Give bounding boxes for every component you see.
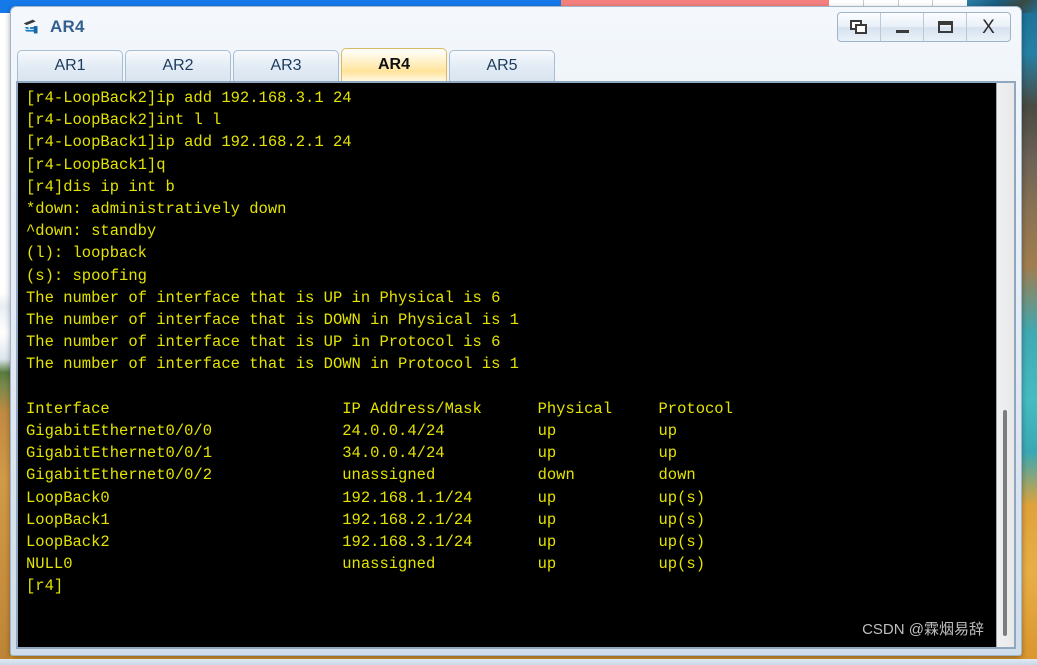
terminal-frame: [r4-LoopBack2]ip add 192.168.3.1 24 [r4-… [16, 81, 1016, 649]
tab-ar2[interactable]: AR2 [125, 50, 231, 81]
tab-ar1[interactable]: AR1 [17, 50, 123, 81]
csdn-watermark: CSDN @霖烟易辞 [862, 621, 984, 638]
minimize-button[interactable] [881, 13, 924, 41]
window-controls: X [837, 12, 1011, 42]
router-icon [23, 19, 38, 34]
maximize-icon [937, 21, 953, 33]
maximize-button[interactable] [924, 13, 967, 41]
window-title-bar[interactable]: AR4 X [11, 7, 1021, 47]
ar4-console-window: AR4 X AR1 AR2 AR3 AR4 AR5 [r4-LoopBack2]… [10, 6, 1022, 656]
tab-label: AR1 [54, 57, 86, 74]
desktop-left-sliver [0, 0, 10, 665]
tab-ar3[interactable]: AR3 [233, 50, 339, 81]
restore-button[interactable] [838, 13, 881, 41]
taskbar [0, 659, 1037, 665]
tab-label: AR4 [377, 56, 410, 73]
terminal-scrollbar[interactable] [996, 83, 1014, 647]
tab-ar4[interactable]: AR4 [341, 48, 447, 81]
tab-ar5[interactable]: AR5 [449, 50, 555, 81]
tab-label: AR2 [162, 57, 194, 74]
cli-terminal[interactable]: [r4-LoopBack2]ip add 192.168.3.1 24 [r4-… [18, 83, 996, 647]
device-tab-bar: AR1 AR2 AR3 AR4 AR5 [11, 47, 1021, 81]
minimize-icon [895, 30, 909, 33]
tab-label: AR3 [270, 57, 302, 74]
window-title: AR4 [50, 17, 85, 36]
close-icon: X [982, 16, 995, 38]
terminal-output: [r4-LoopBack2]ip add 192.168.3.1 24 [r4-… [26, 89, 733, 596]
restore-icon [850, 19, 868, 35]
close-button[interactable]: X [967, 13, 1010, 41]
scrollbar-thumb[interactable] [1003, 410, 1007, 636]
tab-label: AR5 [486, 57, 518, 74]
